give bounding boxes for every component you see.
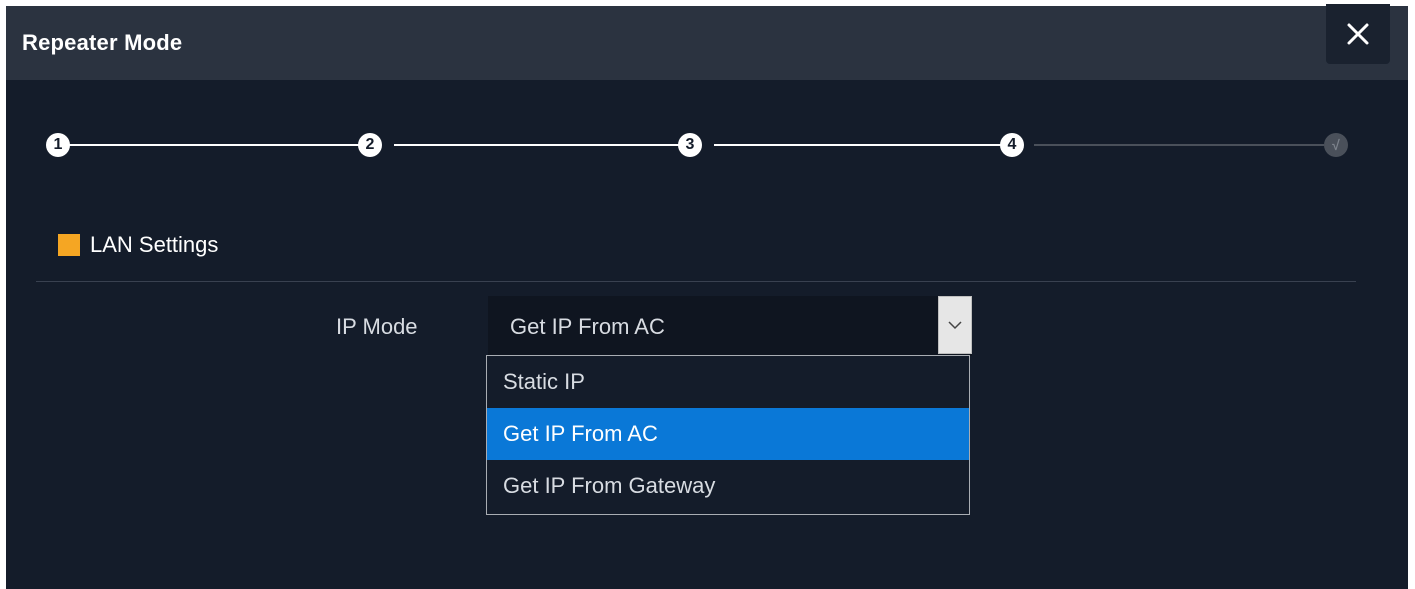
ip-mode-dropdown: Static IP Get IP From AC Get IP From Gat… (486, 355, 970, 515)
chevron-down-icon (948, 321, 962, 330)
step-connector-1 (64, 144, 370, 146)
dialog-header: Repeater Mode (6, 4, 1408, 80)
option-get-ip-from-ac[interactable]: Get IP From AC (487, 408, 969, 460)
step-connector-2 (394, 144, 690, 146)
close-icon (1347, 23, 1369, 45)
dropdown-toggle[interactable] (938, 296, 972, 354)
option-static-ip[interactable]: Static IP (487, 356, 969, 408)
ip-mode-label: IP Mode (336, 314, 418, 339)
ip-mode-value: Get IP From AC (510, 314, 665, 339)
step-connector-3 (714, 144, 1010, 146)
step-complete: √ (1324, 133, 1348, 157)
step-1: 1 (46, 133, 70, 157)
section-marker-icon (58, 234, 80, 256)
step-4: 4 (1000, 133, 1024, 157)
option-get-ip-from-gateway[interactable]: Get IP From Gateway (487, 460, 969, 512)
step-2: 2 (358, 133, 382, 157)
step-connector-4 (1034, 144, 1324, 146)
repeater-mode-dialog: Repeater Mode 1 2 3 4 √ LAN Settings IP … (0, 0, 1408, 589)
section-title: LAN Settings (90, 232, 219, 257)
step-3: 3 (678, 133, 702, 157)
close-button[interactable] (1326, 4, 1390, 64)
section-divider (36, 281, 1356, 282)
dialog-title: Repeater Mode (22, 30, 183, 55)
ip-mode-select[interactable]: Get IP From AC (488, 296, 972, 356)
wizard-stepper: 1 2 3 4 √ (6, 126, 1408, 166)
lan-settings-section: LAN Settings (58, 232, 218, 258)
